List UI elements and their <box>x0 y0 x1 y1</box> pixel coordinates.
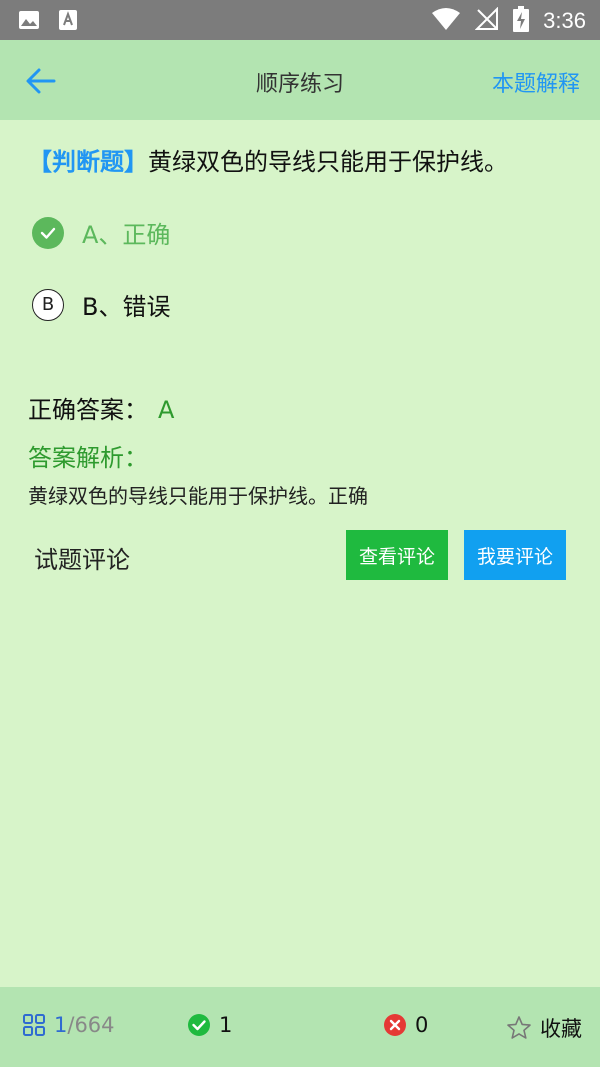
analysis-title: 答案解析： <box>28 444 148 472</box>
explain-button[interactable]: 本题解释 <box>492 66 580 98</box>
question-body: 黄绿双色的导线只能用于保护线。 <box>148 148 508 176</box>
correct-count: 1 <box>187 1013 232 1037</box>
header-bar: 顺序练习 本题解释 <box>0 40 600 120</box>
favorite-button[interactable]: 收藏 <box>506 1013 582 1043</box>
grid-icon <box>22 1013 46 1037</box>
comments-label: 试题评论 <box>34 546 130 574</box>
correct-answer-label: 正确答案： <box>28 396 148 424</box>
no-signal-icon <box>474 6 499 35</box>
option-b-letter-icon: B <box>32 288 64 321</box>
bottom-bar: 1/664 1 0 收藏 <box>0 987 600 1067</box>
star-icon <box>506 1015 532 1041</box>
correct-count-value: 1 <box>219 1013 233 1037</box>
check-circle-icon <box>32 216 64 249</box>
option-b-label: B、错误 <box>82 293 171 321</box>
progress-total: /664 <box>67 1013 115 1037</box>
favorite-label: 收藏 <box>540 1017 582 1041</box>
status-time: 3:36 <box>543 8 586 33</box>
wrong-count: 0 <box>383 1013 428 1037</box>
image-icon <box>18 9 40 35</box>
wifi-icon <box>431 7 461 35</box>
question-type-tag: 【判断题】 <box>28 148 148 176</box>
option-a[interactable]: A、正确 <box>32 215 170 250</box>
correct-answer-value: A <box>158 396 175 424</box>
analysis-text: 黄绿双色的导线只能用于保护线。正确 <box>28 484 368 508</box>
status-bar: 3:36 <box>0 0 600 40</box>
question-text: 【判断题】黄绿双色的导线只能用于保护线。 <box>28 144 578 180</box>
correct-answer: 正确答案： A <box>28 390 174 425</box>
x-circle-icon <box>383 1013 407 1037</box>
check-circle-icon <box>187 1013 211 1037</box>
wrong-count-value: 0 <box>415 1013 429 1037</box>
progress-current: 1 <box>54 1013 68 1037</box>
font-download-icon <box>58 9 78 35</box>
progress-indicator[interactable]: 1/664 <box>22 1013 115 1037</box>
battery-charging-icon <box>513 6 530 36</box>
option-b[interactable]: B B、错误 <box>32 287 170 322</box>
view-comments-button[interactable]: 查看评论 <box>346 530 448 580</box>
write-comment-button[interactable]: 我要评论 <box>464 530 566 580</box>
option-a-label: A、正确 <box>82 221 171 249</box>
